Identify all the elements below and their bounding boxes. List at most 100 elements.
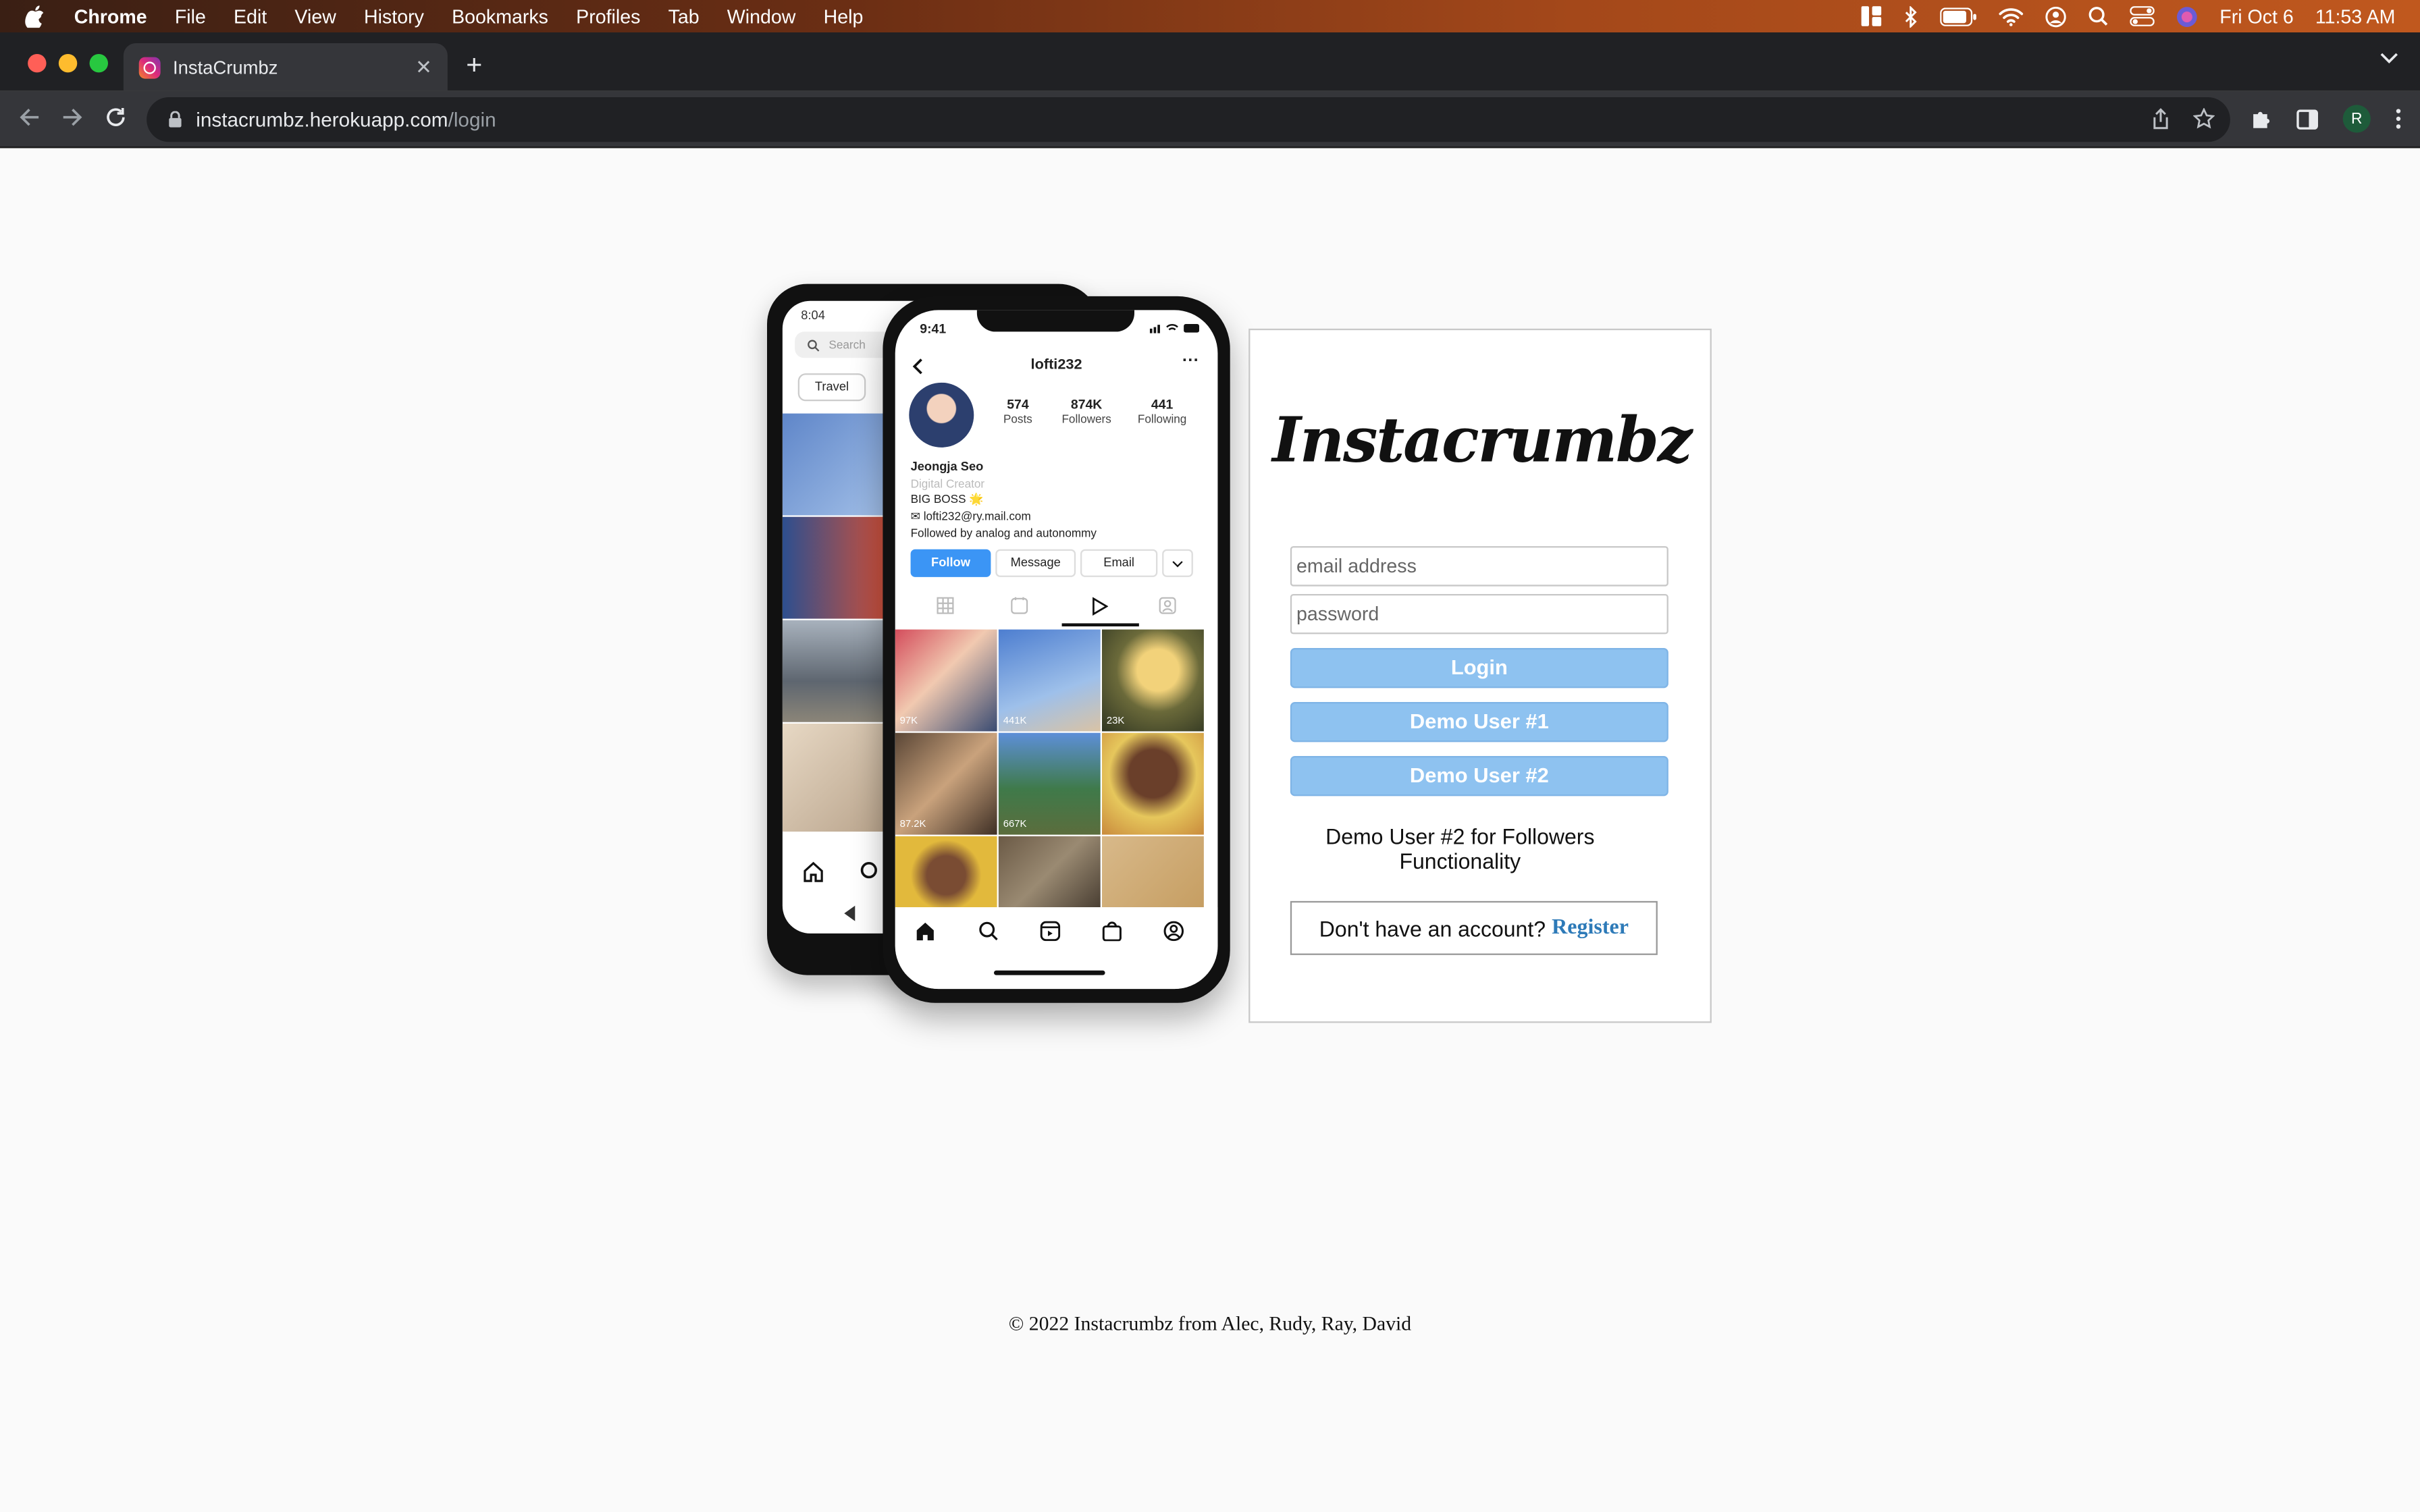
browser-tab-strip: InstaCrumbz ✕ + xyxy=(0,32,2420,91)
reel-tile xyxy=(998,836,1101,907)
profile-followed-by: Followed by analog and autonommy xyxy=(910,526,1097,540)
screen: Chrome File Edit View History Bookmarks … xyxy=(0,0,2420,1512)
password-input[interactable] xyxy=(1290,593,1668,634)
menu-bookmarks[interactable]: Bookmarks xyxy=(452,5,548,27)
toolbar-right: R xyxy=(2251,105,2402,133)
apple-icon[interactable] xyxy=(25,5,47,28)
window-controls xyxy=(28,53,108,73)
grid-tab-icon xyxy=(937,597,954,614)
profile-dropdown xyxy=(1162,549,1193,577)
home-icon xyxy=(916,922,934,941)
side-panel-icon[interactable] xyxy=(2296,109,2319,129)
menu-window[interactable]: Window xyxy=(727,5,796,27)
tab-title: InstaCrumbz xyxy=(172,56,278,78)
tab-instacrumbz[interactable]: InstaCrumbz ✕ xyxy=(123,43,448,91)
reload-icon[interactable] xyxy=(105,107,126,128)
reel-tile: 87.2K xyxy=(895,732,997,835)
phone-bottom-nav xyxy=(895,907,1218,990)
phone-notch xyxy=(976,310,1134,332)
front-phone: 9:41 lofti232 ··· 574 Posts 874K Followers… xyxy=(883,296,1230,1003)
demo-user-1-button[interactable]: Demo User #1 xyxy=(1290,701,1668,742)
new-tab-button[interactable]: + xyxy=(466,49,482,82)
zoom-window-button[interactable] xyxy=(89,53,108,73)
minimize-window-button[interactable] xyxy=(58,53,78,73)
menubar-time[interactable]: 11:53 AM xyxy=(2315,5,2396,27)
profile-avatar[interactable]: R xyxy=(2342,105,2371,133)
email-input[interactable] xyxy=(1290,546,1668,587)
home-icon xyxy=(804,861,823,882)
address-bar-actions xyxy=(2151,107,2215,130)
profile-icon xyxy=(1163,921,1184,942)
menu-file[interactable]: File xyxy=(175,5,206,27)
extensions-puzzle-icon[interactable] xyxy=(2251,108,2272,130)
reel-tile xyxy=(895,836,997,907)
forward-arrow-icon[interactable] xyxy=(61,107,83,128)
phones-hero-image: 8:04 Search Travel 9:41 lofti232 ··· 574… xyxy=(766,284,1230,1009)
register-prompt-box: Don't have an account? Register xyxy=(1290,900,1658,955)
active-tab-indicator xyxy=(1061,623,1139,626)
login-button[interactable]: Login xyxy=(1290,647,1668,688)
followers-label: Followers xyxy=(1061,412,1111,426)
close-tab-icon[interactable]: ✕ xyxy=(415,55,432,80)
menu-edit[interactable]: Edit xyxy=(234,5,267,27)
profile-category: Digital Creator xyxy=(910,477,985,491)
page-footer: © 2022 Instacrumbz from Alec, Rudy, Ray,… xyxy=(1008,1311,1412,1335)
siri-icon[interactable] xyxy=(2176,5,2198,27)
menu-help[interactable]: Help xyxy=(824,5,864,27)
phone-status-icons xyxy=(1149,323,1199,333)
followers-count: 874K xyxy=(1070,396,1103,412)
back-phone-chip: Travel xyxy=(797,373,866,402)
kebab-menu-icon[interactable] xyxy=(2395,108,2401,130)
profile-email-button: Email xyxy=(1080,549,1158,577)
menu-profiles[interactable]: Profiles xyxy=(576,5,640,27)
address-bar[interactable]: instacrumbz.herokuapp.com/login xyxy=(147,97,2230,142)
user-account-icon[interactable] xyxy=(2045,5,2067,27)
url-path: /login xyxy=(448,107,496,132)
following-label: Following xyxy=(1137,412,1187,426)
menu-view[interactable]: View xyxy=(294,5,336,27)
reel-count: 23K xyxy=(1106,716,1125,727)
back-arrow-icon[interactable] xyxy=(18,107,40,128)
battery-icon[interactable] xyxy=(1940,7,1978,26)
login-card: Instacrumbz Login Demo User #1 Demo User… xyxy=(1248,328,1712,1023)
tagged-tab-icon xyxy=(1159,597,1176,614)
browser-toolbar: instacrumbz.herokuapp.com/login R xyxy=(0,90,2420,148)
menu-tab[interactable]: Tab xyxy=(668,5,700,27)
stage-manager-icon[interactable] xyxy=(1861,6,1882,26)
posts-count: 574 xyxy=(1007,396,1029,412)
profile-name: Jeongja Seo xyxy=(910,460,984,474)
demo-user-note: Demo User #2 for Followers Functionality xyxy=(1325,824,1595,873)
demo-user-2-button[interactable]: Demo User #2 xyxy=(1290,755,1668,796)
following-count: 441 xyxy=(1151,396,1174,412)
profile-message-button: Message xyxy=(995,549,1076,577)
register-link[interactable]: Register xyxy=(1552,916,1629,941)
reel-tile: 97K xyxy=(895,629,997,732)
close-window-button[interactable] xyxy=(28,53,47,73)
control-center-icon[interactable] xyxy=(2130,6,2155,26)
front-phone-screen: 9:41 lofti232 ··· 574 Posts 874K Followers… xyxy=(895,310,1218,990)
reels-icon xyxy=(1040,921,1061,942)
menu-history[interactable]: History xyxy=(364,5,424,27)
stat-following: 441 Following xyxy=(1130,396,1194,425)
wifi-icon[interactable] xyxy=(1999,7,2024,26)
search-tab-icon xyxy=(860,862,877,879)
status-icons: Fri Oct 6 11:53 AM xyxy=(1861,0,2396,32)
tab-search-chevron-icon[interactable] xyxy=(2380,53,2398,65)
bluetooth-icon[interactable] xyxy=(1903,5,1919,27)
instacrumbz-logo: Instacrumbz xyxy=(1272,404,1692,477)
profile-avatar-image xyxy=(909,382,974,448)
share-icon[interactable] xyxy=(2151,108,2169,130)
search-icon xyxy=(808,339,820,351)
profile-follow-button: Follow xyxy=(910,549,991,577)
lock-icon[interactable] xyxy=(168,111,182,128)
profile-bio: BIG BOSS 🌟 xyxy=(910,492,984,506)
spotlight-search-icon[interactable] xyxy=(2088,6,2109,26)
reels-tab-icon xyxy=(1093,597,1109,616)
menubar-date[interactable]: Fri Oct 6 xyxy=(2219,5,2294,27)
url-host: instacrumbz.herokuapp.com xyxy=(196,107,448,132)
search-icon xyxy=(979,921,998,941)
chevron-down-icon xyxy=(1172,561,1183,568)
mac-menu-bar: Chrome File Edit View History Bookmarks … xyxy=(0,0,2420,32)
menu-app-chrome[interactable]: Chrome xyxy=(74,5,147,27)
bookmark-star-icon[interactable] xyxy=(2192,107,2215,130)
